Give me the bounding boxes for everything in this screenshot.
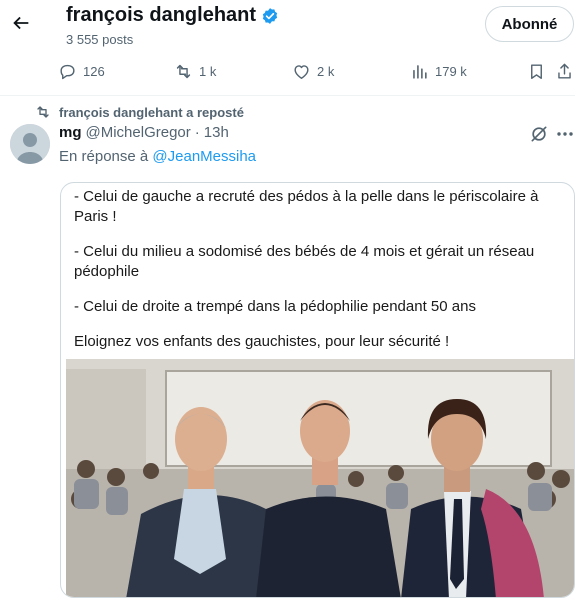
profile-name-row: françois danglehant	[66, 4, 279, 27]
tweet-media[interactable]: - Celui de gauche a recruté des pédos à …	[60, 182, 575, 598]
like-count: 2 k	[317, 64, 335, 79]
tweet-timestamp[interactable]: 13h	[204, 124, 229, 141]
media-text-line: Eloignez vos enfants des gauchistes, pou…	[74, 333, 450, 350]
repost-indicator[interactable]: françois danglehant a reposté	[35, 104, 244, 120]
media-photo	[66, 359, 574, 597]
views-action[interactable]: 179 k	[410, 62, 467, 81]
default-avatar-icon	[10, 124, 50, 164]
media-text-line: - Celui de gauche a recruté des pédos à …	[74, 188, 539, 225]
media-text-line: - Celui du milieu a sodomisé des bébés d…	[74, 243, 535, 280]
media-text-line: - Celui de droite a trempé dans la pédop…	[74, 298, 476, 315]
share-action[interactable]	[555, 62, 574, 81]
profile-name: françois danglehant	[66, 4, 257, 26]
reply-mention-link[interactable]: @JeanMessiha	[152, 148, 256, 165]
repost-icon	[176, 64, 191, 79]
reply-prefix: En réponse à	[59, 148, 149, 165]
reply-action[interactable]: 126	[58, 62, 105, 81]
action-bar: 126 1 k 2 k 179 k	[0, 58, 575, 88]
tweet-header: mg @MichelGregor · 13h	[59, 124, 229, 141]
profile-header: françois danglehant 3 555 posts Abonné	[0, 0, 575, 56]
verified-badge-icon	[262, 7, 278, 24]
author-handle[interactable]: @MichelGregor	[86, 124, 191, 141]
repost-icon	[37, 106, 49, 118]
repost-indicator-text: françois danglehant a reposté	[59, 104, 244, 120]
avatar[interactable]	[10, 124, 50, 164]
views-icon	[413, 65, 427, 79]
divider	[0, 95, 575, 96]
post-count: 3 555 posts	[66, 32, 134, 47]
back-arrow-icon[interactable]	[10, 12, 32, 34]
share-icon	[558, 63, 571, 79]
reply-icon	[60, 64, 75, 80]
following-button[interactable]: Abonné	[485, 6, 574, 42]
bookmark-action[interactable]	[527, 62, 546, 81]
media-text-block: - Celui de gauche a recruté des pédos à …	[74, 187, 564, 367]
photo-illustration	[66, 359, 574, 597]
reply-count: 126	[83, 64, 105, 79]
separator-dot: ·	[194, 124, 200, 141]
views-count: 179 k	[435, 64, 467, 79]
more-icon[interactable]	[556, 124, 574, 144]
repost-count: 1 k	[199, 64, 217, 79]
grok-icon[interactable]	[529, 124, 549, 144]
bookmark-icon	[531, 64, 542, 79]
like-action[interactable]: 2 k	[292, 62, 334, 81]
reply-context: En réponse à @JeanMessiha	[59, 148, 256, 165]
repost-action[interactable]: 1 k	[174, 62, 216, 81]
author-name[interactable]: mg	[59, 124, 82, 141]
like-icon	[294, 65, 309, 79]
